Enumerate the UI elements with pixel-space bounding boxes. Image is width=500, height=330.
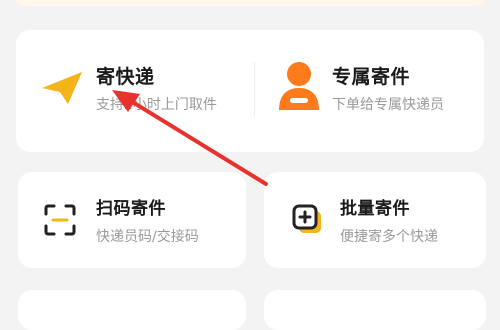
annotation-arrow bbox=[112, 90, 268, 186]
